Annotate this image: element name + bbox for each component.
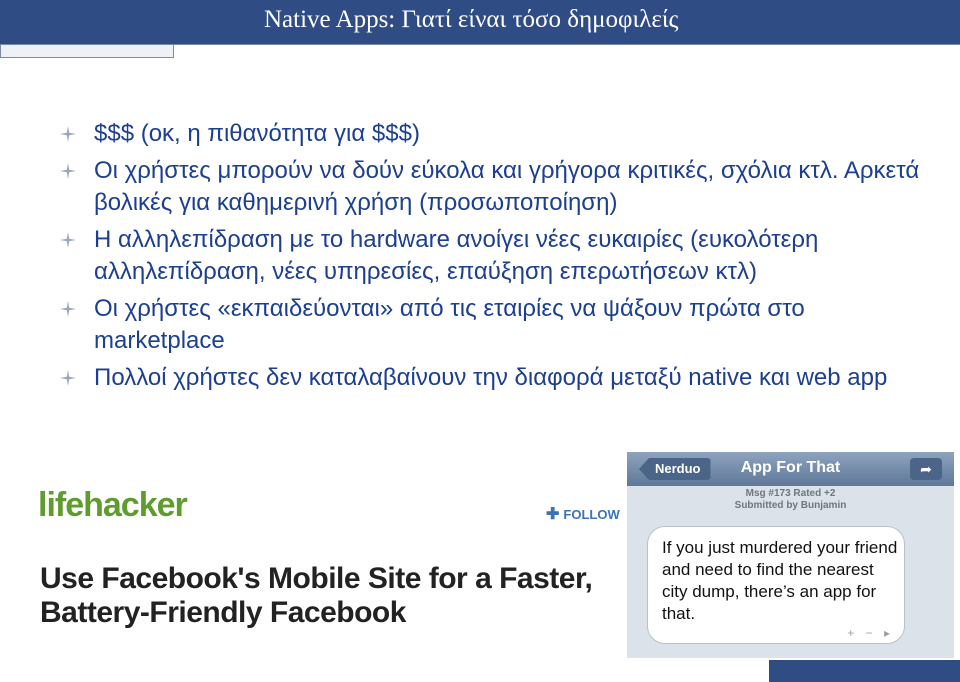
bullet-text: Η αλληλεπίδραση με το hardware ανοίγει ν… <box>94 226 819 285</box>
sparkle-bullet-icon <box>60 370 76 386</box>
follow-button[interactable]: ✚ FOLLOW <box>546 504 620 524</box>
bullet-list: $$$ (οκ, η πιθανότητα για $$$) Οι χρήστε… <box>60 118 920 399</box>
bullet-item: Οι χρήστες «εκπαιδεύονται» από τις εταιρ… <box>60 293 920 357</box>
bullet-text: Πολλοί χρήστες δεν καταλαβαίνουν την δια… <box>94 364 888 391</box>
title-bar: Native Apps: Γιατί είναι τόσο δημοφιλείς <box>0 0 960 44</box>
vote-controls[interactable]: + − ▸ <box>847 626 894 640</box>
follow-label: FOLLOW <box>563 507 620 522</box>
title-accent-strip <box>174 44 960 56</box>
bullet-text: Οι χρήστες «εκπαιδεύονται» από τις εταιρ… <box>94 295 805 354</box>
title-accent-box <box>0 44 174 58</box>
bullet-item: Η αλληλεπίδραση με το hardware ανοίγει ν… <box>60 224 920 288</box>
bullet-item: Οι χρήστες μπορούν να δούν εύκολα και γρ… <box>60 155 920 219</box>
footer-accent <box>769 660 960 682</box>
app-for-that-screenshot: Nerduo App For That ➦ Msg #173 Rated +2 … <box>627 452 954 658</box>
sparkle-bullet-icon <box>60 232 76 248</box>
sparkle-bullet-icon <box>60 301 76 317</box>
plus-icon: ✚ <box>546 506 560 523</box>
message-rating: Msg #173 Rated +2 <box>745 488 836 499</box>
article-headline: Use Facebook's Mobile Site for a Faster,… <box>40 562 593 629</box>
share-icon[interactable]: ➦ <box>910 458 942 480</box>
sparkle-bullet-icon <box>60 126 76 142</box>
bullet-text: Οι χρήστες μπορούν να δούν εύκολα και γρ… <box>94 157 920 216</box>
message-submitter: Submitted by Bunjamin <box>734 500 847 511</box>
bullet-text: $$$ (οκ, η πιθανότητα για $$$) <box>94 120 420 147</box>
bullet-item: Πολλοί χρήστες δεν καταλαβαίνουν την δια… <box>60 362 920 394</box>
sparkle-bullet-icon <box>60 163 76 179</box>
message-bubble: If you just murdered your friend and nee… <box>647 526 905 644</box>
nav-title: App For That <box>740 459 841 476</box>
bullet-item: $$$ (οκ, η πιθανότητα για $$$) <box>60 118 920 150</box>
nav-bar: Nerduo App For That ➦ <box>627 452 954 486</box>
message-text: If you just murdered your friend and nee… <box>662 538 898 623</box>
slide-title: Native Apps: Γιατί είναι τόσο δημοφιλείς <box>264 6 679 33</box>
lifehacker-logo: lifehacker <box>38 486 188 524</box>
